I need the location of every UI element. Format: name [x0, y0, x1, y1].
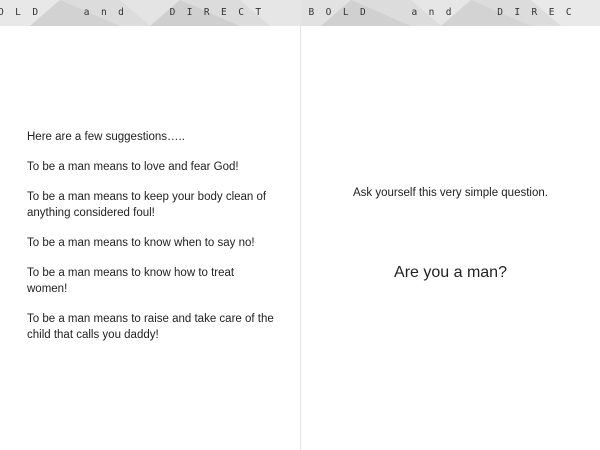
left-page: O L D a n d D I R E C T Here are a few s… — [0, 0, 301, 450]
suggestions-intro: Here are a few suggestions….. — [27, 131, 185, 143]
suggestion-paragraph: To be a man means to know when to say no… — [27, 237, 255, 249]
suggestion-paragraph: To be a man means to keep your body clea… — [27, 191, 267, 219]
right-header-banner: B O L D a n d D I R E C — [300, 0, 600, 26]
left-banner-text: O L D a n d D I R E C T — [0, 7, 262, 18]
right-page: B O L D a n d D I R E C Ask yourself thi… — [300, 0, 600, 450]
suggestion-paragraph: To be a man means to raise and take care… — [27, 313, 274, 341]
suggestions-text-block: Here are a few suggestions….. To be a ma… — [27, 129, 277, 357]
question-prompt: Ask yourself this very simple question. — [353, 187, 548, 199]
main-question-heading: Are you a man? — [394, 264, 507, 281]
suggestion-paragraph: To be a man means to love and fear God! — [27, 161, 239, 173]
right-banner-text: B O L D a n d D I R E C — [308, 7, 572, 18]
left-header-banner: O L D a n d D I R E C T — [0, 0, 300, 26]
page-spread: O L D a n d D I R E C T Here are a few s… — [0, 0, 600, 450]
suggestion-paragraph: To be a man means to know how to treat w… — [27, 267, 235, 295]
